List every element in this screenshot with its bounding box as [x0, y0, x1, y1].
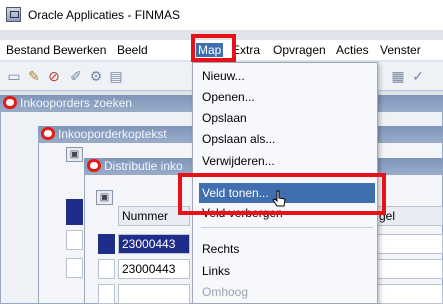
new-icon[interactable]: ▭ — [6, 68, 22, 84]
nummer-cell[interactable]: 23000443 — [118, 259, 190, 279]
row-selector-current[interactable] — [98, 234, 115, 254]
menu-item-links[interactable]: Links — [202, 261, 372, 281]
grid-cell-right[interactable] — [375, 284, 443, 304]
record-indicator — [66, 258, 83, 278]
oracle-app-icon — [6, 7, 21, 22]
menu-item-omhoog[interactable]: Omhoog — [202, 282, 372, 302]
menu-opvragen[interactable]: Opvragen — [273, 43, 326, 57]
menu-bestand[interactable]: Bestand — [6, 43, 50, 57]
window-title-inkooporders-zoeken: Inkooporders zoeken — [20, 96, 133, 110]
menu-item-rechts[interactable]: Rechts — [202, 239, 372, 259]
window-title: Oracle Applicaties - FINMAS — [28, 8, 181, 22]
folder-icon[interactable]: ▣ — [96, 190, 113, 205]
nummer-cell[interactable]: 23000443 — [118, 234, 190, 254]
tools-icon[interactable]: ⚙ — [88, 68, 104, 84]
annotation-highlight-map — [191, 34, 236, 62]
record-indicator — [66, 199, 83, 225]
row-selector[interactable] — [98, 259, 115, 279]
oracle-o-icon — [41, 127, 55, 140]
edit-icon[interactable]: ✐ — [68, 68, 84, 84]
menu-item-opslaan-als[interactable]: Opslaan als... — [202, 129, 372, 149]
annotation-highlight-veld-tonen — [178, 173, 386, 215]
title-bar: Oracle Applicaties - FINMAS — [0, 0, 443, 30]
nummer-cell[interactable] — [118, 284, 190, 304]
menu-item-opslaan[interactable]: Opslaan — [202, 108, 372, 128]
check-icon[interactable]: ✓ — [410, 68, 426, 84]
stop-icon[interactable]: ⊘ — [46, 68, 62, 84]
menu-acties[interactable]: Acties — [336, 43, 369, 57]
oracle-o-icon — [87, 159, 101, 172]
grid-cell-right[interactable] — [375, 259, 443, 279]
save-icon[interactable]: ▦ — [390, 68, 406, 84]
menu-extra[interactable]: Extra — [232, 43, 260, 57]
menu-separator — [201, 227, 373, 228]
menu-item-nieuw[interactable]: Nieuw... — [202, 66, 372, 86]
oracle-o-icon — [3, 96, 17, 109]
menu-beeld[interactable]: Beeld — [117, 43, 148, 57]
menu-venster[interactable]: Venster — [380, 43, 421, 57]
menu-item-verwijderen[interactable]: Verwijderen... — [202, 151, 372, 171]
grid-cell-right[interactable] — [375, 234, 443, 254]
record-indicator — [66, 230, 83, 250]
window-title-distributie: Distributie inko — [104, 159, 183, 173]
menu-bewerken[interactable]: Bewerken — [53, 43, 106, 57]
document-icon[interactable]: ▤ — [108, 68, 124, 84]
folder-icon[interactable]: ▣ — [66, 147, 83, 162]
row-selector[interactable] — [98, 284, 115, 304]
window-title-koptekst: Inkooporderkoptekst — [58, 127, 167, 141]
pencil-icon[interactable]: ✎ — [26, 68, 42, 84]
menu-item-openen[interactable]: Openen... — [202, 87, 372, 107]
